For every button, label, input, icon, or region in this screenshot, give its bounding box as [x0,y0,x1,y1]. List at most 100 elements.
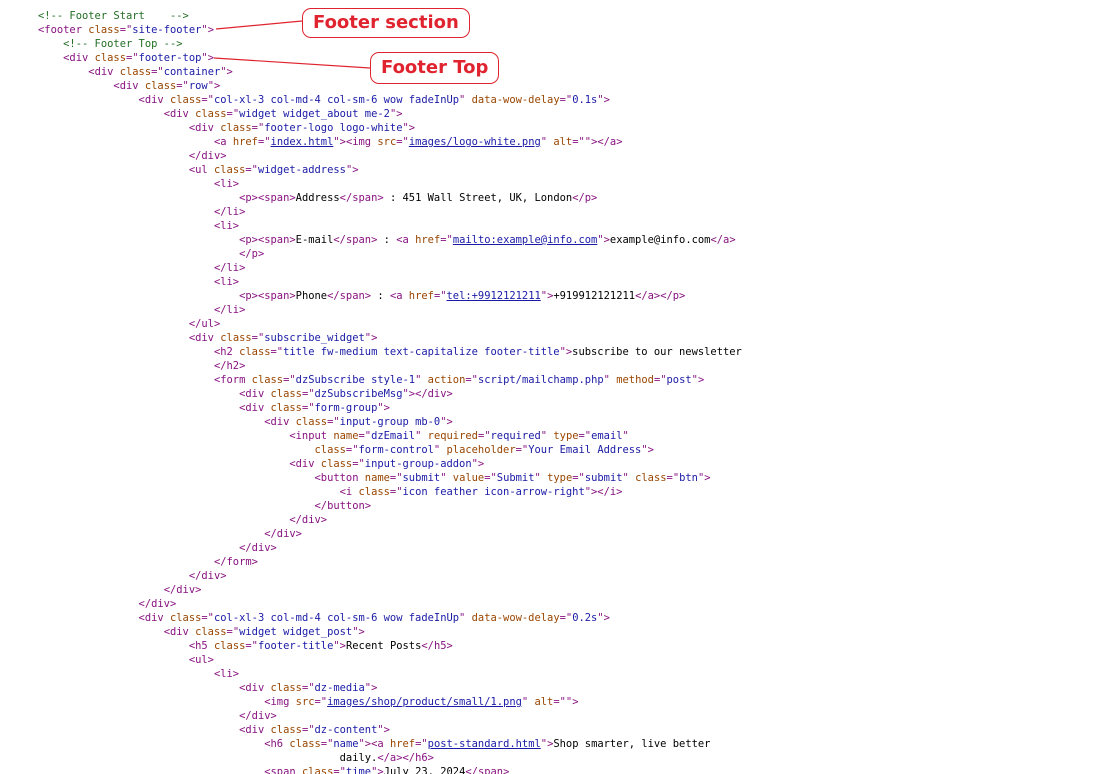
code-text: : [371,290,390,302]
code-tag: "> [402,122,416,134]
code-line: </li> [38,261,742,275]
code-attribute-value: required [490,430,541,442]
code-link[interactable]: mailto:example@info.com [453,234,598,246]
code-tag: <li> [213,220,240,232]
code-link[interactable]: tel:+9912121211 [447,290,541,302]
code-tag: =" [433,290,447,302]
code-tag: <li> [213,178,240,190]
code-attribute-name: class [169,612,202,624]
code-link[interactable]: index.html [271,136,334,148]
code-text: Shop smarter, live better [553,738,711,750]
code-tag: "> [559,346,573,358]
code-tag: <div [138,94,170,106]
code-tag: <h2 [213,346,240,358]
code-tag: =" [301,402,315,414]
code-tag: </p> [239,248,265,260]
code-attribute-value: submit [402,472,441,484]
code-tag: =" [270,346,284,358]
code-attribute-value: input-group mb-0 [339,416,441,428]
code-tag: <div [239,402,271,414]
code-tag: <a [396,234,416,246]
code-tag: <div [239,682,271,694]
code-line: <p><span>E-mail</span> : <a href="mailto… [38,233,742,247]
code-attribute-name: class [220,122,252,134]
code-attribute-value: footer-top [138,52,202,64]
code-tag: "> [697,472,711,484]
code-attribute-value: input-group-addon [364,458,472,470]
code-tag: "> [207,80,221,92]
code-line: </div> [38,709,742,723]
code-tag: <i [339,486,359,498]
code-tag: "> [377,402,390,414]
code-attribute-name: class [213,164,246,176]
code-text: July 23, 2024 [383,766,466,774]
code-attribute-name: class [635,472,667,484]
code-tag: "> [540,290,554,302]
code-tag: " [433,444,447,456]
code-tag: "> [220,66,233,78]
code-tag: </span> [333,234,378,246]
code-tag: " [534,472,548,484]
code-tag: "><a [358,738,390,750]
code-link[interactable]: post-standard.html [428,738,541,750]
code-tag: =" [396,136,409,148]
code-attribute-value: email [591,430,623,442]
code-tag: =" [333,766,346,774]
code-attribute-name: placeholder [446,444,516,456]
code-tag: "></div> [402,388,453,400]
code-text: Phone [295,290,328,302]
code-tag: <p><span> [239,290,296,302]
code-tag: </a></h6> [377,752,434,764]
code-tag: <div [163,626,196,638]
code-attribute-name: class [94,52,126,64]
code-line: </h2> [38,359,742,373]
code-tag: =" [314,696,328,708]
callout-footer-section: Footer section [302,8,470,38]
code-text: E-mail [295,234,334,246]
code-attribute-name: class [88,24,120,36]
code-tag: <div [88,66,120,78]
code-text: example@info.com [609,234,711,246]
code-attribute-name: class [213,640,246,652]
code-tag: <div [138,612,170,624]
code-line: </p> [38,247,742,261]
code-attribute-name: class [295,416,328,428]
code-attribute-name: alt [553,136,573,148]
code-tag: <div [113,80,145,92]
code-line: <div class="widget widget_about me-2"> [38,107,742,121]
code-attribute-value: col-xl-3 col-md-4 col-sm-6 wow fadeInUp [213,612,460,624]
code-tag: </a> [710,234,736,246]
code-link[interactable]: images/shop/product/small/1.png [327,696,522,708]
code-tag: =" [440,234,453,246]
code-tag: </div> [163,584,202,596]
code-tag: =" [345,444,359,456]
code-attribute-value: time [345,766,372,774]
code-link[interactable]: images/logo-white.png [409,136,541,148]
code-attribute-name: class [358,486,390,498]
code-attribute-name: class [195,626,227,638]
code-attribute-name: class [314,444,346,456]
code-attribute-name: required [427,430,478,442]
code-tag: =" [389,486,403,498]
code-tag: =" [176,80,189,92]
code-attribute-value: 0.1s [572,94,598,106]
code-attribute-value: row [188,80,208,92]
